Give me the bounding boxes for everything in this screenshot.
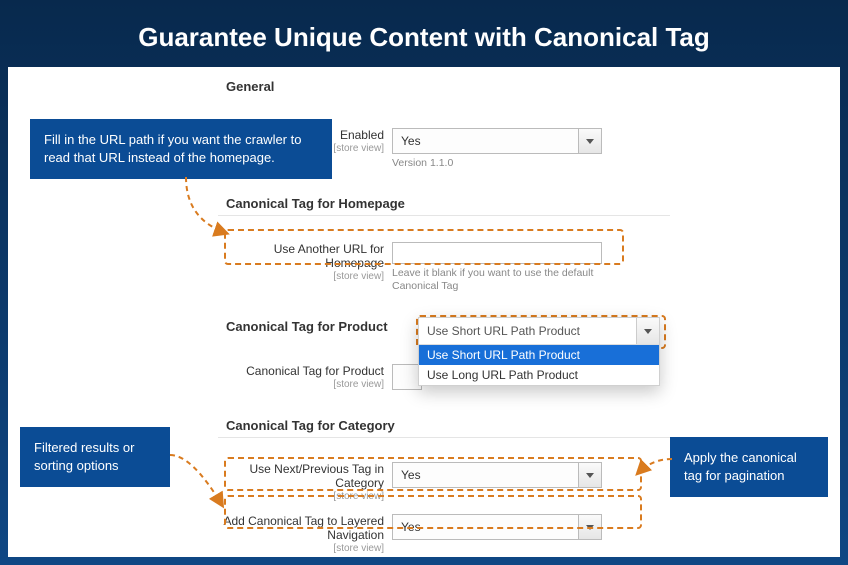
product-path-option-short[interactable]: Use Short URL Path Product (419, 345, 659, 365)
settings-panel: General Enabled [store view] Yes Version… (8, 67, 840, 557)
enabled-select[interactable]: Yes (392, 128, 602, 154)
layered-select[interactable]: Yes (392, 514, 602, 540)
row-layered: Add Canonical Tag to Layered Navigation … (218, 514, 670, 556)
section-general-title: General (226, 79, 274, 94)
layered-scope: [store view] (218, 542, 384, 556)
page-title: Guarantee Unique Content with Canonical … (0, 22, 848, 53)
next-prev-scope: [store view] (218, 490, 384, 504)
canonical-product-scope: [store view] (218, 378, 384, 392)
layered-value: Yes (401, 520, 421, 534)
callout-filtered-results: Filtered results or sorting options (20, 427, 170, 487)
use-another-url-note: Leave it blank if you want to use the de… (392, 267, 612, 293)
enabled-value: Yes (401, 134, 421, 148)
section-product-title: Canonical Tag for Product (226, 319, 388, 334)
section-category: Canonical Tag for Category (218, 412, 670, 438)
chevron-down-icon (636, 318, 659, 344)
product-path-current[interactable]: Use Short URL Path Product (419, 318, 659, 345)
chevron-down-icon (578, 515, 601, 539)
use-another-url-scope: [store view] (218, 270, 384, 284)
chevron-down-icon (578, 129, 601, 153)
use-another-url-input[interactable] (392, 242, 602, 264)
row-use-another-url: Use Another URL for Homepage [store view… (218, 242, 670, 293)
chevron-down-icon (578, 463, 601, 487)
section-category-title: Canonical Tag for Category (226, 418, 395, 433)
section-homepage: Canonical Tag for Homepage (218, 190, 670, 216)
use-another-url-label: Use Another URL for Homepage (218, 242, 384, 270)
row-next-prev: Use Next/Previous Tag in Category [store… (218, 462, 670, 504)
canonical-product-label: Canonical Tag for Product (218, 364, 384, 378)
version-text: Version 1.1.0 (392, 157, 612, 170)
product-path-dropdown[interactable]: Use Short URL Path Product Use Short URL… (418, 317, 660, 386)
next-prev-label: Use Next/Previous Tag in Category (218, 462, 384, 490)
section-homepage-title: Canonical Tag for Homepage (226, 196, 405, 211)
next-prev-select[interactable]: Yes (392, 462, 602, 488)
callout-url-path: Fill in the URL path if you want the cra… (30, 119, 332, 179)
layered-label: Add Canonical Tag to Layered Navigation (218, 514, 384, 542)
callout-pagination: Apply the canonical tag for pagination (670, 437, 828, 497)
next-prev-value: Yes (401, 468, 421, 482)
product-path-option-long[interactable]: Use Long URL Path Product (419, 365, 659, 385)
section-general: General (218, 73, 670, 98)
